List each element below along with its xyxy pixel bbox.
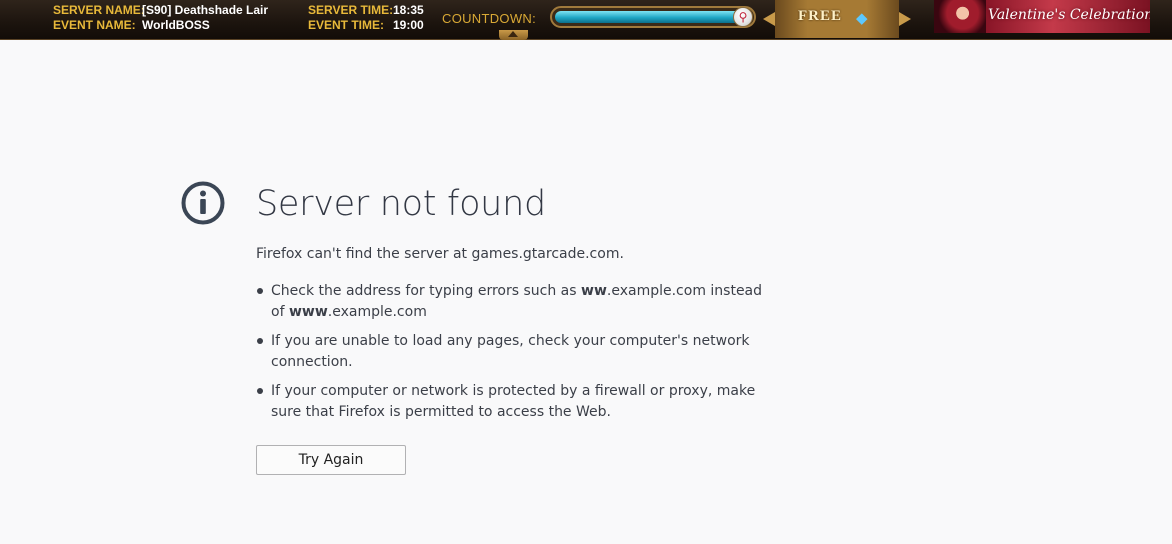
valentines-banner[interactable]: Valentine's Celebration: [934, 0, 1150, 33]
suggestion-list: Check the address for typing errors such…: [256, 281, 766, 431]
page-title: Server not found: [256, 184, 546, 224]
event-time-value: 19:00: [393, 18, 424, 32]
countdown-progress-fill: [555, 11, 747, 23]
try-again-button[interactable]: Try Again: [256, 445, 406, 475]
diamond-gem-icon: ◆: [856, 9, 868, 27]
server-time-value: 18:35: [393, 3, 424, 17]
countdown-progress-bar: [550, 6, 756, 28]
list-item: If you are unable to load any pages, che…: [256, 331, 766, 373]
list-item: If your computer or network is protected…: [256, 381, 766, 423]
medal-icon[interactable]: ⚲: [733, 7, 753, 27]
banner-title: Valentine's Celebration: [988, 7, 1150, 23]
server-name-value: [S90] Deathshade Lair: [142, 3, 269, 17]
list-item: Check the address for typing errors such…: [256, 281, 766, 323]
free-label[interactable]: FREE: [798, 8, 842, 25]
event-name-label: EVENT NAME:: [53, 18, 136, 32]
banner-character-image: [934, 0, 986, 33]
countdown-label: COUNTDOWN:: [442, 11, 536, 26]
collapse-arrow-icon[interactable]: [499, 30, 528, 40]
error-description: Firefox can't find the server at games.g…: [256, 246, 624, 262]
event-name-value: WorldBOSS: [142, 18, 210, 32]
event-time-label: EVENT TIME:: [308, 18, 385, 32]
server-name-label: SERVER NAME:: [53, 3, 145, 17]
info-icon: [180, 180, 226, 230]
game-info-bar: SERVER NAME: [S90] Deathshade Lair EVENT…: [0, 0, 1172, 40]
server-time-label: SERVER TIME:: [308, 3, 394, 17]
